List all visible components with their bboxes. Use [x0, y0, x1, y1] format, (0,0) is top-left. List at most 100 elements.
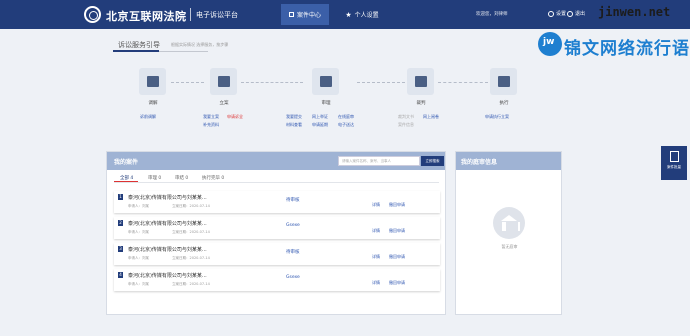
link-submit[interactable]: 我要提交: [286, 114, 302, 120]
step-connector: [438, 82, 488, 83]
nav-personal-label: 个人设置: [354, 12, 379, 19]
settings-button[interactable]: 设置: [548, 10, 566, 17]
step-judgment[interactable]: [407, 68, 434, 95]
nav-personal-settings[interactable]: ★ 个人设置: [338, 4, 386, 25]
step-execution[interactable]: [490, 68, 517, 95]
case-name[interactable]: 泰河(北京)传媒有限公司与刘某某...: [128, 246, 207, 253]
service-subtitle: 根据实际情况 选择服务，按步骤: [171, 42, 229, 47]
mediation-icon: [146, 76, 159, 87]
batch-cases-tab[interactable]: 案件批量: [661, 146, 687, 180]
court-building-icon: [493, 207, 525, 239]
case-number: 4: [118, 272, 123, 278]
link-view-materials[interactable]: 材料查看: [286, 122, 302, 128]
table-row[interactable]: 3 泰河(北京)传媒有限公司与刘某某... 申请人：刘某 立案日期：2020-0…: [114, 243, 440, 265]
document-icon: [669, 151, 679, 162]
step-execution-label: 执行: [499, 101, 509, 106]
top-bar: 北京互联网法院 电子诉讼平台 案件中心 ★ 个人设置 欢迎您，刘律师 设置 退出: [0, 0, 690, 29]
case-party: 申请人：刘某: [128, 256, 149, 260]
filing-icon: [217, 76, 230, 87]
link-online-hearing[interactable]: 在线庭审: [338, 114, 354, 120]
case-party: 申请人：刘某: [128, 204, 149, 208]
judgment-icon: [414, 76, 427, 87]
step-trial-label: 审理: [321, 101, 331, 106]
link-judgment-documents[interactable]: 裁判文书: [398, 114, 414, 120]
my-hearings-panel: 我的庭审信息 暂无庭审: [455, 151, 562, 315]
case-name[interactable]: 泰河(北京)传媒有限公司与刘某某...: [128, 220, 207, 227]
link-online-file-review[interactable]: 网上阅卷: [423, 114, 439, 120]
case-details-link[interactable]: 详情: [372, 254, 380, 260]
table-row[interactable]: 4 泰河(北京)传媒有限公司与刘某某... 申请人：刘某 立案日期：2020-0…: [114, 269, 440, 291]
link-apply-preservation[interactable]: 申请诉全: [227, 114, 243, 120]
settings-label: 设置: [556, 11, 567, 17]
case-status: 待审核: [286, 250, 300, 255]
link-file-case[interactable]: 我要立案: [203, 114, 219, 120]
step-filing-label: 立案: [219, 101, 229, 106]
star-icon: ★: [345, 10, 352, 19]
watermark-url: jinwen.net: [598, 5, 671, 19]
my-cases-panel: 我的案件 请输入案件名称、案号、当事人 立即搜索 全部 4 审理 0 审结 0 …: [106, 151, 446, 315]
step-mediation-label: 调解: [148, 101, 158, 106]
my-cases-title: 我的案件: [114, 159, 139, 166]
case-number: 3: [118, 246, 123, 252]
case-name[interactable]: 泰河(北京)传媒有限公司与刘某某...: [128, 194, 207, 201]
tab-trial[interactable]: 审理 0: [148, 175, 161, 181]
logout-button[interactable]: 退出: [567, 10, 585, 17]
step-connector: [241, 82, 303, 83]
step-judgment-label: 裁判: [416, 101, 426, 106]
service-divider-accent: [113, 50, 159, 52]
case-withdraw-link[interactable]: 撤回申请: [389, 280, 405, 286]
tab-executed[interactable]: 执行完毕 0: [202, 175, 224, 181]
case-date: 立案日期：2020-07-14: [172, 256, 210, 260]
link-case-info[interactable]: 案件信息: [398, 122, 414, 128]
empty-hearings-text: 暂无庭审: [501, 244, 518, 249]
logo-icon: [84, 6, 101, 23]
case-party: 申请人：刘某: [128, 282, 149, 286]
briefcase-icon: [288, 12, 294, 17]
case-status: 待审核: [286, 198, 300, 203]
logout-label: 退出: [575, 11, 586, 17]
batch-cases-label: 案件批量: [667, 165, 681, 169]
case-details-link[interactable]: 详情: [372, 228, 380, 234]
case-details-link[interactable]: 详情: [372, 202, 380, 208]
table-row[interactable]: 2 泰河(北京)传媒有限公司与刘某某... 申请人：刘某 立案日期：2020-0…: [114, 217, 440, 239]
case-date: 立案日期：2020-07-14: [172, 230, 210, 234]
step-connector: [171, 82, 204, 83]
brand-subtitle: 电子诉讼平台: [196, 11, 238, 19]
case-number: 1: [118, 194, 123, 200]
step-filing[interactable]: [210, 68, 237, 95]
brand-divider: [190, 8, 191, 21]
step-trial[interactable]: [312, 68, 339, 95]
tabs-divider: [114, 182, 439, 183]
power-icon: [567, 10, 573, 17]
watermark-text: 锦文网络流行语: [564, 39, 690, 59]
welcome-text: 欢迎您，刘律师: [476, 12, 508, 17]
case-withdraw-link[interactable]: 撤回申请: [389, 228, 405, 234]
brand-title: 北京互联网法院: [106, 10, 187, 23]
step-mediation[interactable]: [139, 68, 166, 95]
case-search-input[interactable]: 请输入案件名称、案号、当事人: [338, 156, 420, 166]
link-pre-mediation[interactable]: 诉前调解: [140, 114, 156, 120]
nav-case-label: 案件中心: [296, 12, 321, 19]
link-e-service[interactable]: 电子送达: [338, 122, 354, 128]
case-name[interactable]: 泰河(北京)传媒有限公司与刘某某...: [128, 272, 207, 279]
my-hearings-header: 我的庭审信息: [456, 152, 561, 170]
case-withdraw-link[interactable]: 撤回申请: [389, 202, 405, 208]
case-details-link[interactable]: 详情: [372, 280, 380, 286]
case-status: Gsexe: [286, 275, 300, 280]
case-party: 申请人：刘某: [128, 230, 149, 234]
nav-case-center[interactable]: 案件中心: [281, 4, 329, 25]
case-withdraw-link[interactable]: 撤回申请: [389, 254, 405, 260]
case-date: 立案日期：2020-07-14: [172, 282, 210, 286]
case-number: 2: [118, 220, 123, 226]
step-connector: [357, 82, 405, 83]
watermark-logo-icon: [538, 32, 562, 56]
search-button[interactable]: 立即搜索: [421, 156, 444, 166]
settings-icon: [548, 10, 554, 17]
link-supplement-materials[interactable]: 补充资料: [203, 122, 219, 128]
link-apply-execution[interactable]: 申请执行立案: [485, 114, 509, 120]
table-row[interactable]: 1 泰河(北京)传媒有限公司与刘某某... 申请人：刘某 立案日期：2020-0…: [114, 191, 440, 213]
link-apply-extension[interactable]: 申请延期: [312, 122, 328, 128]
link-online-evidence[interactable]: 网上举证: [312, 114, 328, 120]
tab-closed[interactable]: 审结 0: [175, 175, 188, 181]
case-status: Gsexe: [286, 223, 300, 228]
